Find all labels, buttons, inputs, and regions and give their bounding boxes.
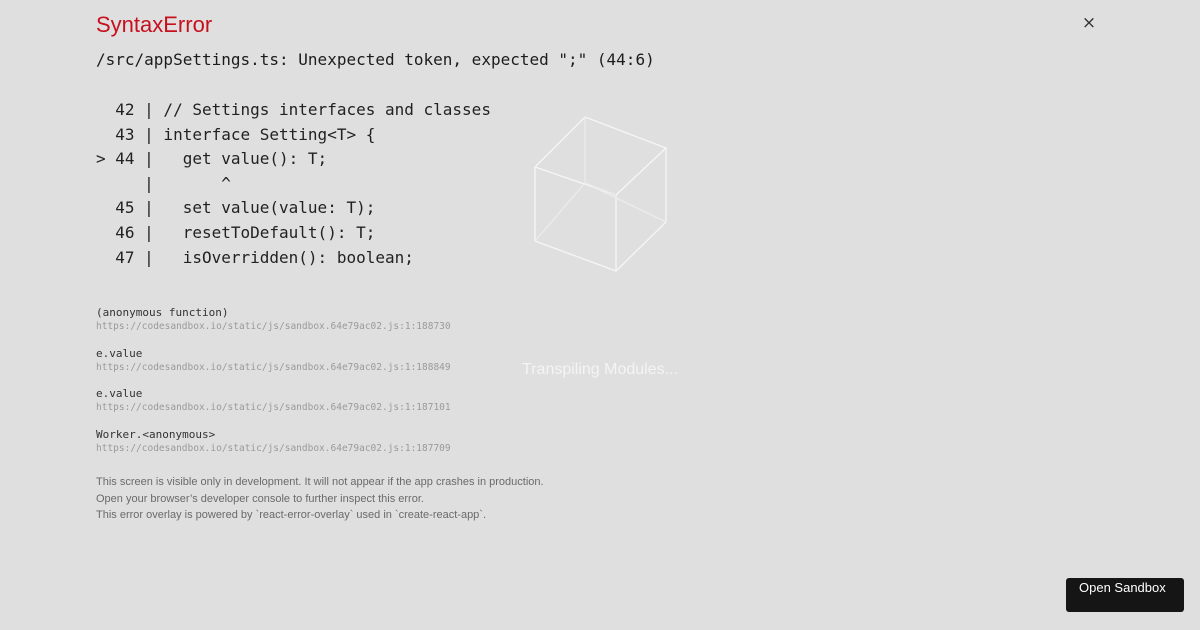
stack-frame[interactable]: (anonymous function) https://codesandbox… xyxy=(96,306,616,347)
cube-outline-icon xyxy=(534,116,667,272)
code-line: 45 | set value(value: T); xyxy=(96,198,376,218)
stack-frame-location[interactable]: https://codesandbox.io/static/js/sandbox… xyxy=(96,319,616,334)
code-line-highlighted: > 44 | get value(): T; xyxy=(96,149,328,169)
code-line: 46 | resetToDefault(): T; xyxy=(96,222,376,242)
code-line-caret: | ^ xyxy=(96,173,231,193)
footer-line: This error overlay is powered by `react-… xyxy=(96,509,487,521)
stack-frame-function: e.value xyxy=(96,346,143,360)
footer-line: Open your browser’s developer console to… xyxy=(96,492,424,505)
footer-line: This screen is visible only in developme… xyxy=(96,476,544,488)
open-sandbox-button[interactable]: Open Sandbox xyxy=(1066,578,1184,612)
stack-frame-function: Worker.<anonymous> xyxy=(96,427,216,441)
error-message: /src/appSettings.ts: Unexpected token, e… xyxy=(96,50,655,69)
stack-trace: (anonymous function) https://codesandbox… xyxy=(96,306,616,468)
loader-text: Transpiling Modules... xyxy=(522,361,678,378)
footer-notes: This screen is visible only in developme… xyxy=(96,474,544,524)
close-icon[interactable]: × xyxy=(1080,13,1098,33)
stack-frame-location[interactable]: https://codesandbox.io/static/js/sandbox… xyxy=(96,400,616,415)
code-line: 42 | // Settings interfaces and classes xyxy=(96,100,491,119)
code-line: 43 | interface Setting<T> { xyxy=(96,124,376,144)
error-title: SyntaxError xyxy=(96,12,213,37)
code-line: 47 | isOverridden(): boolean; xyxy=(96,247,414,267)
stack-frame[interactable]: Worker.<anonymous> https://codesandbox.i… xyxy=(96,428,616,469)
stack-frame[interactable]: e.value https://codesandbox.io/static/js… xyxy=(96,387,616,428)
error-overlay: SyntaxError × /src/appSettings.ts: Unexp… xyxy=(0,0,1200,630)
stack-frame-location[interactable]: https://codesandbox.io/static/js/sandbox… xyxy=(96,441,616,456)
stack-frame-function: (anonymous function) xyxy=(96,306,229,319)
stack-frame-function: e.value xyxy=(96,387,143,400)
code-frame: 42 | // Settings interfaces and classes … xyxy=(96,98,491,270)
